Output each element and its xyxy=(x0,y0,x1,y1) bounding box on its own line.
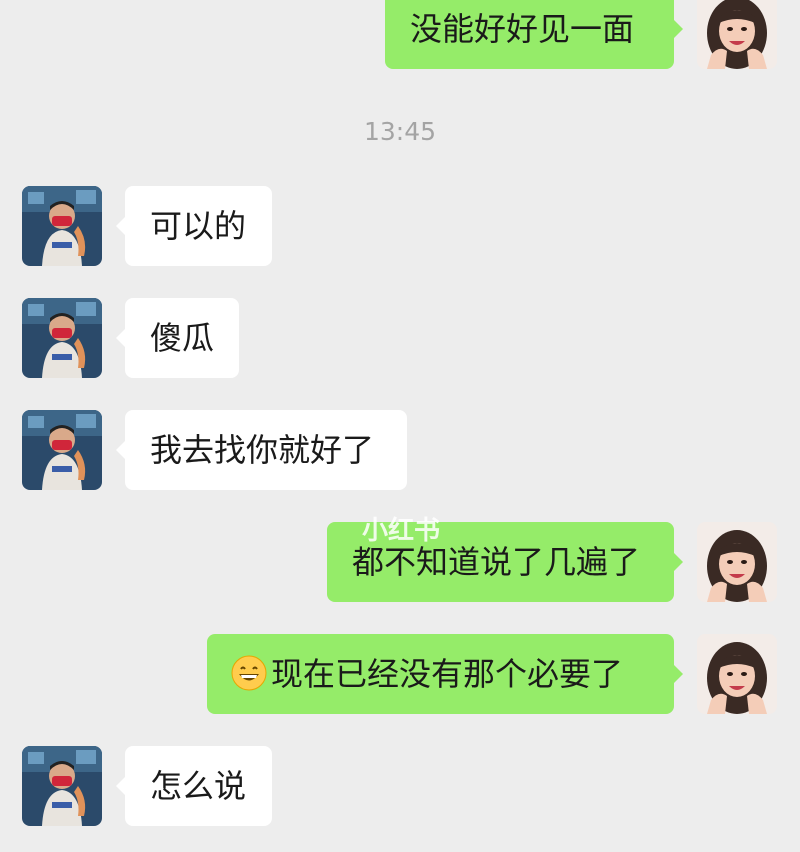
girl-avatar-icon xyxy=(697,634,777,714)
contact-avatar-self[interactable] xyxy=(697,522,777,602)
girl-avatar-icon xyxy=(697,522,777,602)
boy-avatar-icon xyxy=(22,186,102,266)
grinning-face-emoji-icon xyxy=(231,640,267,691)
chat-conversation: 没能好好见一面 13:45 可以的 傻瓜 我去找你就好了 都不知道说了几遍了 小… xyxy=(0,0,800,852)
boy-avatar-icon xyxy=(22,746,102,826)
message-bubble-received[interactable]: 我去找你就好了 xyxy=(116,410,407,490)
message-text: 可以的 xyxy=(150,207,247,245)
boy-avatar-icon xyxy=(22,298,102,378)
message-text: 我去找你就好了 xyxy=(150,431,375,469)
contact-avatar-self[interactable] xyxy=(697,0,777,69)
contact-avatar-friend[interactable] xyxy=(22,298,102,378)
message-text: 怎么说 xyxy=(150,767,247,805)
contact-avatar-self[interactable] xyxy=(697,634,777,714)
boy-avatar-icon xyxy=(22,410,102,490)
message-text: 现在已经没有那个必要了 xyxy=(271,655,624,693)
message-bubble-received[interactable]: 可以的 xyxy=(116,186,272,266)
message-text: 傻瓜 xyxy=(150,319,215,357)
message-text: 没能好好见一面 xyxy=(410,10,635,48)
message-text: 都不知道说了几遍了 xyxy=(352,543,641,581)
xiaohongshu-watermark: 小红书 xyxy=(362,516,441,546)
contact-avatar-friend[interactable] xyxy=(22,746,102,826)
message-bubble-sent[interactable]: 现在已经没有那个必要了 xyxy=(207,634,683,714)
contact-avatar-friend[interactable] xyxy=(22,410,102,490)
girl-avatar-icon xyxy=(697,0,777,69)
time-divider: 13:45 xyxy=(363,117,437,146)
message-bubble-received[interactable]: 怎么说 xyxy=(116,746,272,826)
message-bubble-received[interactable]: 傻瓜 xyxy=(116,298,239,378)
message-bubble-sent[interactable]: 没能好好见一面 xyxy=(385,0,683,69)
contact-avatar-friend[interactable] xyxy=(22,186,102,266)
